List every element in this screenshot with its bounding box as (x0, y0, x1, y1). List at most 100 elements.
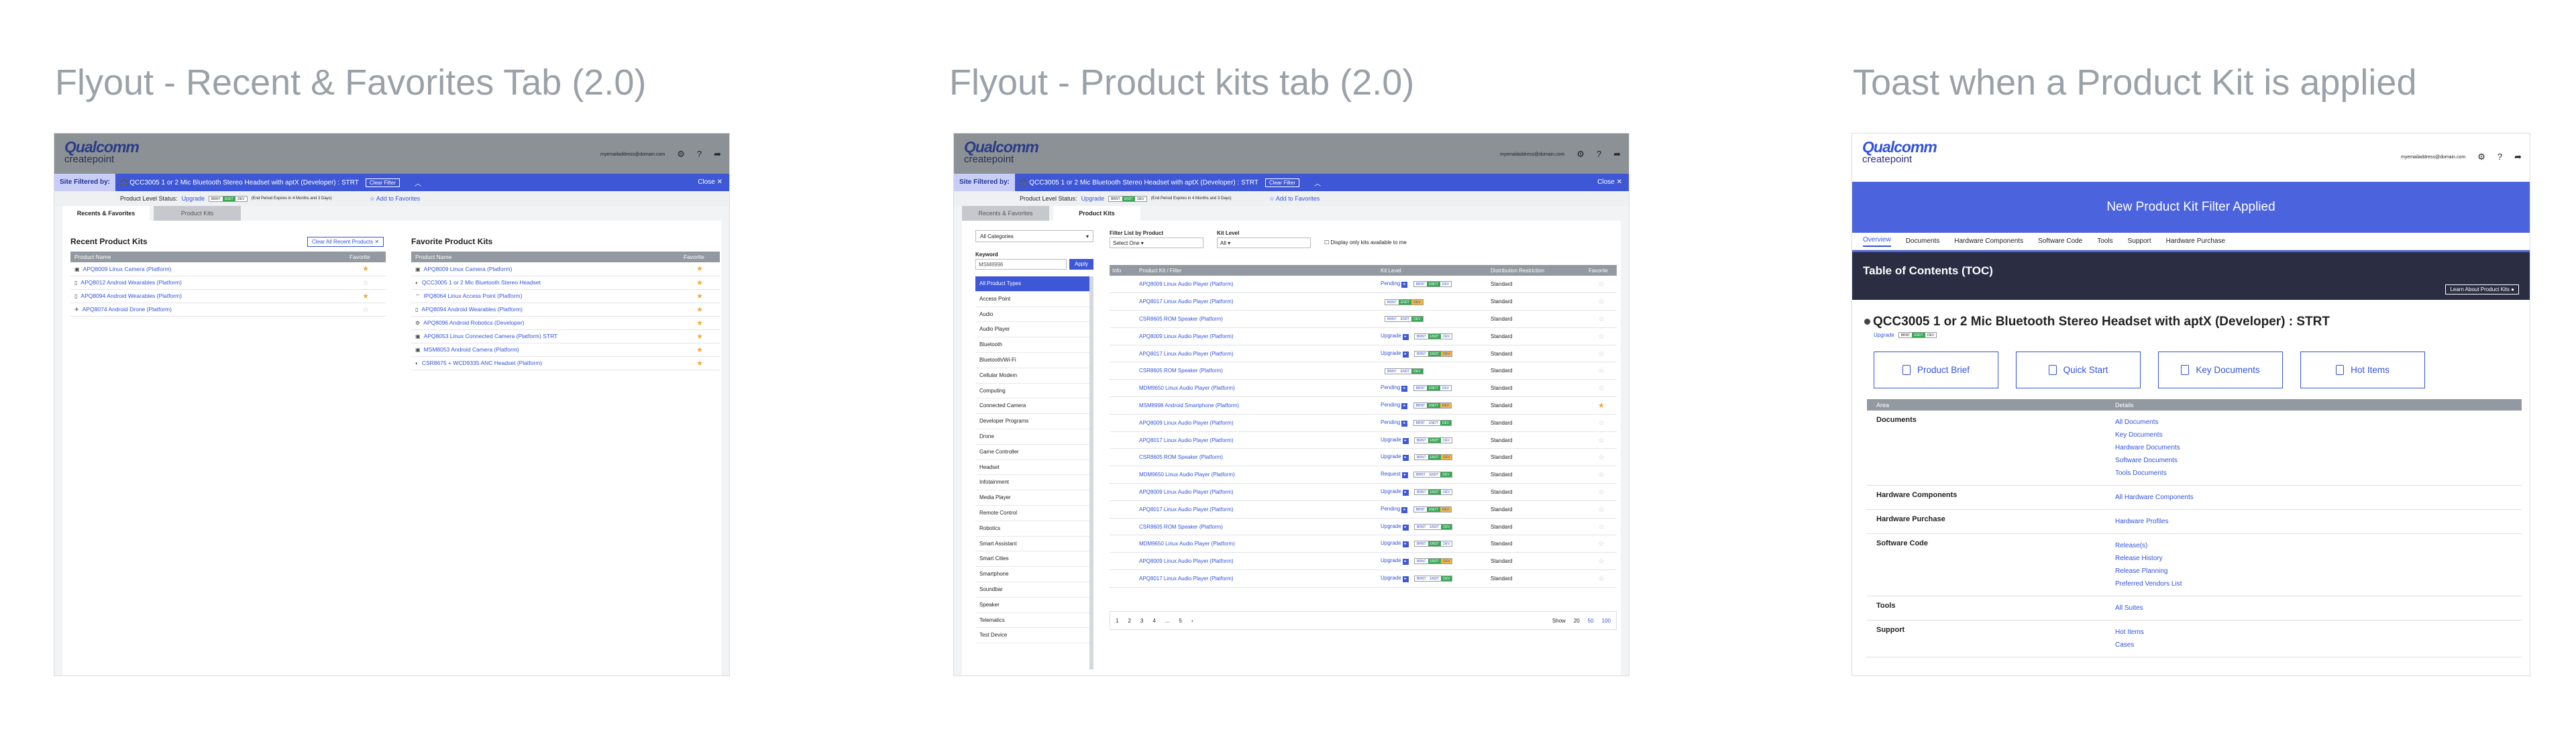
table-row[interactable]: MDM9650 Linux Audio Player (Platform) Req… (1110, 466, 1617, 484)
share-icon[interactable]: ➦ (714, 150, 721, 158)
page-2[interactable]: 2 (1128, 618, 1130, 624)
clear-filter-button[interactable]: Clear Filter (365, 178, 400, 187)
star-icon[interactable]: ☆ (1586, 362, 1617, 380)
product-type-item[interactable]: Smart Cities (975, 551, 1089, 568)
star-icon[interactable]: ☆ (1586, 500, 1617, 519)
area-link[interactable]: Hardware Documents (2115, 441, 2180, 454)
info-icon[interactable] (1110, 500, 1136, 519)
upgrade-link[interactable]: Upgrade (182, 195, 205, 202)
product-type-item[interactable]: Drone (975, 429, 1089, 445)
star-icon[interactable]: ☆ (1586, 466, 1617, 484)
table-row[interactable]: ⌔ IPQ8064 Linux Access Point (Platform) ★ (411, 289, 720, 303)
upgrade-link[interactable]: Upgrade (1874, 332, 1894, 338)
product-type-item[interactable]: Developer Programs (975, 414, 1089, 429)
page-3[interactable]: 3 (1140, 618, 1143, 624)
product-type-item[interactable]: Bluetooth (975, 337, 1089, 353)
table-row[interactable]: ▣ APQ8009 Linux Camera (Platform) ★ (411, 262, 720, 276)
star-icon[interactable]: ☆ (1586, 414, 1617, 432)
key-documents-card[interactable]: Key Documents (2158, 352, 2283, 388)
keyword-input[interactable]: MSM8996 (975, 259, 1067, 270)
area-link[interactable]: Hardware Profiles (2115, 515, 2168, 528)
table-row[interactable]: MDM9650 Linux Audio Player (Platform) Upg… (1110, 535, 1617, 553)
tab-product-kits[interactable]: Product Kits (154, 206, 241, 221)
product-type-item[interactable]: Game Controller (975, 445, 1089, 460)
star-icon[interactable]: ☆ (1586, 431, 1617, 449)
area-link[interactable]: All Documents (2115, 416, 2180, 429)
info-icon[interactable] (1110, 483, 1136, 501)
hot-items-card[interactable]: Hot Items (2300, 352, 2425, 388)
qualcomm-logo[interactable]: Qualcomm createpoint (1862, 140, 1937, 165)
info-icon[interactable] (1110, 466, 1136, 484)
star-icon[interactable]: ☆ (1586, 535, 1617, 553)
product-type-item[interactable]: Speaker (975, 598, 1089, 613)
product-type-item[interactable]: Test Device (975, 628, 1089, 644)
star-icon[interactable]: ☆ (1586, 327, 1617, 345)
quick-start-card[interactable]: Quick Start (2016, 352, 2141, 388)
table-row[interactable]: ◐ CSR8675 + WCD9335 ANC Headset (Platform… (411, 356, 720, 370)
table-row[interactable]: CSR8605 ROM Speaker (Platform) BRNT ENDT D… (1110, 362, 1617, 380)
available-checkbox[interactable]: ☐ Display only kits available to me (1324, 239, 1407, 246)
table-row[interactable]: APQ8017 Linux Audio Player (Platform) BR… (1110, 292, 1617, 311)
area-link[interactable]: Cases (2115, 639, 2144, 651)
star-icon[interactable]: ☆ (1586, 292, 1617, 311)
nav-tab[interactable]: Software Code (2038, 237, 2082, 245)
gear-icon[interactable]: ⚙ (1576, 150, 1585, 158)
area-link[interactable]: Key Documents (2115, 429, 2180, 441)
area-link[interactable]: Preferred Vendors List (2115, 578, 2182, 590)
product-type-item[interactable]: Soundbar (975, 582, 1089, 598)
chevron-up-icon[interactable]: ︿ (415, 178, 421, 188)
info-icon[interactable] (1110, 570, 1136, 588)
info-icon[interactable] (1110, 396, 1136, 415)
info-icon[interactable] (1110, 276, 1136, 294)
add-favorites-link[interactable]: ☆ Add to Favorites (370, 195, 421, 203)
user-email[interactable]: myemailaddress@domain.com (1500, 152, 1564, 157)
product-type-item[interactable]: Access Point (975, 292, 1089, 307)
table-row[interactable]: ▣ APQ8053 Linux Connected Camera (Platfor… (411, 329, 720, 343)
table-row[interactable]: ▣ APQ8009 Linux Camera (Platform) ★ (70, 262, 386, 276)
table-row[interactable]: MDM9650 Linux Audio Player (Platform) Pen… (1110, 379, 1617, 398)
table-row[interactable]: APQ8017 Linux Audio Player (Platform) Upg… (1110, 570, 1617, 588)
info-icon[interactable] (1110, 327, 1136, 345)
table-row[interactable]: ▯ APQ8012 Android Wearables (Platform) ☆ (70, 276, 386, 290)
area-link[interactable]: Release(s) (2115, 539, 2182, 552)
star-icon[interactable]: ★ (1586, 396, 1617, 415)
nav-tab[interactable]: Hardware Purchase (2166, 237, 2225, 245)
area-link[interactable]: Release History (2115, 552, 2182, 565)
star-icon[interactable]: ☆ (1586, 310, 1617, 328)
star-icon[interactable]: ☆ (1586, 379, 1617, 398)
product-type-item[interactable]: Audio Player (975, 322, 1089, 338)
area-link[interactable]: All Hardware Components (2115, 491, 2194, 504)
nav-tab[interactable]: Overview (1863, 236, 1891, 247)
tab-recents[interactable]: Recents & Favorites (962, 206, 1049, 221)
share-icon[interactable]: ➦ (2514, 152, 2522, 161)
area-link[interactable]: Software Documents (2115, 454, 2180, 467)
next-icon[interactable]: › (1191, 618, 1193, 624)
nav-tab[interactable]: Documents (1906, 237, 1940, 245)
product-type-item[interactable]: All Product Types (975, 276, 1089, 292)
page-5[interactable]: 5 (1179, 618, 1181, 624)
product-type-item[interactable]: Cellular Modem (975, 368, 1089, 384)
table-row[interactable]: ▯ APQ8094 Android Wearables (Platform) ★ (411, 303, 720, 317)
tab-recents[interactable]: Recents & Favorites (62, 206, 150, 221)
product-type-item[interactable]: Remote Control (975, 506, 1089, 521)
product-type-item[interactable]: Media Player (975, 490, 1089, 506)
user-email[interactable]: myemailaddress@domain.com (600, 152, 665, 157)
category-select[interactable]: All Categories ▾ (975, 230, 1093, 242)
product-type-item[interactable]: Headset (975, 460, 1089, 476)
table-row[interactable]: CSR8605 ROM Speaker (Platform) Upgrade ▸ B… (1110, 448, 1617, 467)
gear-icon[interactable]: ⚙ (2477, 152, 2485, 161)
close-button[interactable]: Close ✕ (1597, 178, 1622, 186)
product-type-item[interactable]: Robotics (975, 521, 1089, 537)
clear-recent-button[interactable]: Clear All Recent Products ✕ (307, 237, 384, 247)
close-button[interactable]: Close ✕ (698, 178, 722, 186)
product-type-item[interactable]: Connected Camera (975, 398, 1089, 415)
share-icon[interactable]: ➦ (1613, 150, 1621, 158)
table-row[interactable]: APQ8017 Linux Audio Player (Platform) Upg… (1110, 345, 1617, 363)
info-icon[interactable] (1110, 310, 1136, 328)
product-type-item[interactable]: Smartphone (975, 567, 1089, 582)
info-icon[interactable] (1110, 552, 1136, 571)
nav-tab[interactable]: Support (2128, 237, 2151, 245)
table-row[interactable]: ◐ QCC3005 1 or 2 Mic Bluetooth Stereo Hea… (411, 276, 720, 290)
product-type-item[interactable]: Computing (975, 384, 1089, 399)
star-icon[interactable]: ☆ (1586, 552, 1617, 571)
